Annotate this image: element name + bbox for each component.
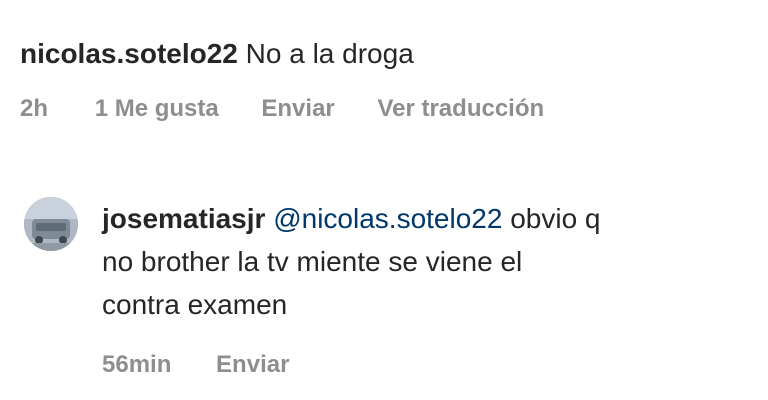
reply-meta: 56min Enviar (102, 350, 752, 380)
comment: nicolas.sotelo22 No a la droga 2h 1 Me g… (20, 36, 750, 124)
reply-username[interactable]: josematiasjr (102, 203, 265, 234)
reply-timestamp[interactable]: 56min (102, 351, 171, 378)
reply-text-line1: obvio q (510, 203, 601, 234)
reply-reply-button[interactable]: Enviar (216, 351, 289, 378)
comment-reply-button[interactable]: Enviar (261, 95, 334, 122)
comment-username[interactable]: nicolas.sotelo22 (20, 38, 238, 69)
comment-translate-button[interactable]: Ver traducción (377, 95, 544, 122)
avatar[interactable] (24, 197, 78, 251)
comment-likes[interactable]: 1 Me gusta (95, 95, 219, 122)
reply-text-line3: contra examen (102, 289, 288, 320)
reply-content: josematiasjr @nicolas.sotelo22 obvio q n… (102, 197, 752, 326)
reply-body: josematiasjr @nicolas.sotelo22 obvio q n… (102, 197, 752, 380)
comment-timestamp[interactable]: 2h (20, 95, 48, 122)
user-avatar-icon (24, 197, 78, 251)
reply-text-line2: no brother la tv miente se viene el (102, 246, 523, 277)
comment-text: No a la droga (245, 38, 414, 69)
comment-content: nicolas.sotelo22 No a la droga (20, 36, 750, 72)
comment-meta: 2h 1 Me gusta Enviar Ver traducción (20, 94, 750, 124)
reply-mention[interactable]: @nicolas.sotelo22 (273, 203, 502, 234)
